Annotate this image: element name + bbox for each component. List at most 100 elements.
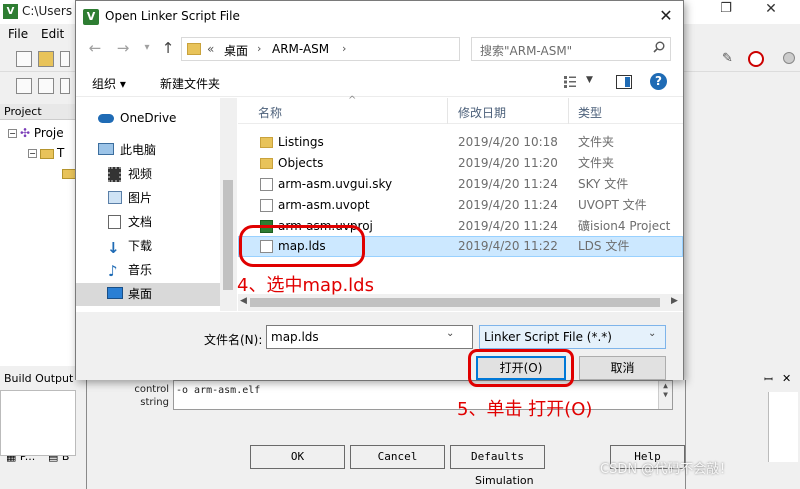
search-icon[interactable]: [653, 41, 665, 53]
file-type: 礦ision4 Project: [578, 219, 671, 233]
sidebar-item-pictures[interactable]: 图片: [76, 187, 220, 210]
control-string-scrollbar[interactable]: ▲ ▼: [658, 381, 672, 409]
sidebar-item-desktop[interactable]: 桌面: [76, 283, 220, 306]
breadcrumb-desktop[interactable]: 桌面: [224, 42, 248, 59]
chevron-down-icon[interactable]: ⌄: [446, 328, 454, 339]
forward-arrow-icon[interactable]: →: [114, 38, 132, 58]
back-arrow-icon[interactable]: ←: [86, 38, 104, 58]
file-row-uvopt[interactable]: arm-asm.uvopt 2019/4/20 11:24 UVOPT 文件: [238, 195, 683, 216]
column-date[interactable]: 修改日期: [458, 104, 506, 121]
file-row-objects[interactable]: Objects 2019/4/20 11:20 文件夹: [238, 153, 683, 174]
breadcrumb-overflow[interactable]: «: [207, 42, 214, 56]
menu-file[interactable]: File: [8, 27, 28, 41]
chevron-down-icon[interactable]: ▼: [586, 75, 593, 85]
file-date: 2019/4/20 10:18: [458, 135, 558, 149]
column-divider[interactable]: [447, 98, 448, 124]
navigation-pane: OneDrive 此电脑 视频 图片 文档 ↓ 下载 ♪ 音乐 桌面: [76, 98, 238, 311]
desktop-icon: [107, 287, 123, 299]
file-icon: [260, 178, 273, 191]
new-folder-button[interactable]: 新建文件夹: [160, 75, 220, 92]
scroll-right-icon[interactable]: ▶: [671, 296, 678, 306]
file-icon: [260, 199, 273, 212]
pin-icon[interactable]: ꟷ: [764, 372, 773, 387]
tree-project-root[interactable]: − ✣ Proje: [8, 126, 64, 140]
project-pane: Project − ✣ Proje − T ▦ P... ▤ B: [0, 104, 76, 469]
options-dialog: control string -o arm-asm.elf ▲ ▼ OK Canc…: [86, 380, 686, 489]
wrench-icon[interactable]: ✎: [722, 51, 738, 67]
scroll-left-icon[interactable]: ◀: [240, 296, 247, 306]
breakpoint-icon[interactable]: [783, 52, 795, 64]
computer-icon: [98, 143, 114, 155]
project-icon: ✣: [20, 126, 31, 140]
dialog-titlebar: V Open Linker Script File ✕: [76, 1, 683, 32]
ide-editor-area: [684, 104, 800, 364]
navigation-bar: ← → ▾ ↑ « 桌面 › ARM-ASM › ▾ ↻ 搜索"ARM-ASM": [76, 34, 683, 64]
sidebar-item-onedrive[interactable]: OneDrive: [76, 107, 220, 130]
project-pane-title: Project: [0, 104, 76, 120]
new-file-icon[interactable]: [16, 51, 32, 67]
sidebar-item-music[interactable]: ♪ 音乐: [76, 259, 220, 282]
view-options-icon[interactable]: [563, 75, 577, 89]
collapse-icon[interactable]: −: [28, 149, 37, 158]
translate-icon[interactable]: [16, 78, 32, 94]
sidebar-item-label: 此电脑: [120, 143, 157, 157]
keil-app-icon: V: [83, 9, 99, 25]
video-icon: [108, 167, 121, 182]
tree-target-label: T: [57, 146, 65, 160]
ok-button[interactable]: OK: [250, 445, 345, 469]
help-icon[interactable]: ?: [650, 73, 667, 90]
sidebar-item-label: 桌面: [128, 287, 153, 301]
organize-button[interactable]: 组织 ▾: [92, 75, 126, 92]
sort-ascending-icon: ^: [348, 95, 357, 106]
tree-target[interactable]: − T: [28, 146, 64, 160]
sidebar-item-label: 音乐: [128, 263, 153, 277]
file-name: Listings: [278, 135, 324, 149]
filename-input[interactable]: map.lds: [266, 325, 473, 349]
restore-icon[interactable]: ❐: [718, 1, 734, 17]
collapse-icon[interactable]: −: [8, 129, 17, 138]
tree-project-label: Proje: [33, 126, 64, 140]
menu-edit[interactable]: Edit: [41, 27, 64, 41]
filetype-select[interactable]: Linker Script File (*.*): [479, 325, 666, 349]
file-row-uvgui[interactable]: arm-asm.uvgui.sky 2019/4/20 11:24 SKY 文件: [238, 174, 683, 195]
cancel-button[interactable]: 取消: [579, 356, 666, 380]
open-file-icon[interactable]: [38, 51, 54, 67]
save-icon[interactable]: [60, 51, 70, 67]
cancel-button[interactable]: Cancel: [350, 445, 445, 469]
sidebar-item-this-pc[interactable]: 此电脑: [76, 139, 220, 162]
defaults-button[interactable]: Defaults: [450, 445, 545, 469]
build-icon[interactable]: [38, 78, 54, 94]
file-type: UVOPT 文件: [578, 198, 647, 212]
cloud-icon: [98, 114, 114, 123]
chevron-right-icon[interactable]: ›: [257, 42, 261, 55]
rebuild-icon[interactable]: [60, 78, 70, 94]
column-divider[interactable]: [568, 98, 569, 124]
column-type[interactable]: 类型: [578, 104, 602, 121]
chevron-down-icon[interactable]: ⌄: [648, 328, 656, 339]
file-row-listings[interactable]: Listings 2019/4/20 10:18 文件夹: [238, 132, 683, 153]
close-icon[interactable]: ✕: [763, 1, 779, 17]
close-icon[interactable]: ✕: [782, 372, 791, 385]
sidebar-item-label: 视频: [128, 167, 153, 181]
recent-dropdown-icon[interactable]: ▾: [138, 38, 156, 58]
sidebar-scrollbar[interactable]: [220, 98, 237, 311]
control-string-field[interactable]: -o arm-asm.elf ▲ ▼: [173, 380, 673, 410]
sidebar-item-downloads[interactable]: ↓ 下载: [76, 235, 220, 258]
preview-pane-icon[interactable]: [616, 75, 632, 89]
scrollbar-thumb[interactable]: [250, 298, 660, 307]
address-bar[interactable]: « 桌面 › ARM-ASM › ▾ ↻: [181, 37, 555, 61]
column-name[interactable]: 名称: [258, 104, 282, 121]
debug-icon[interactable]: [748, 51, 764, 67]
column-headers: ^ 名称 修改日期 类型: [238, 95, 683, 124]
chevron-right-icon[interactable]: ›: [342, 42, 346, 55]
search-input[interactable]: 搜索"ARM-ASM": [471, 37, 671, 61]
file-type: 文件夹: [578, 156, 615, 170]
sidebar-item-documents[interactable]: 文档: [76, 211, 220, 234]
scrollbar-thumb[interactable]: [223, 180, 233, 290]
sidebar-item-videos[interactable]: 视频: [76, 163, 220, 186]
folder-icon: [40, 148, 54, 159]
breadcrumb-arm-asm[interactable]: ARM-ASM: [272, 42, 329, 56]
close-icon[interactable]: ✕: [656, 6, 676, 26]
ide-title: C:\Users: [22, 4, 73, 18]
up-arrow-icon[interactable]: ↑: [159, 38, 177, 58]
